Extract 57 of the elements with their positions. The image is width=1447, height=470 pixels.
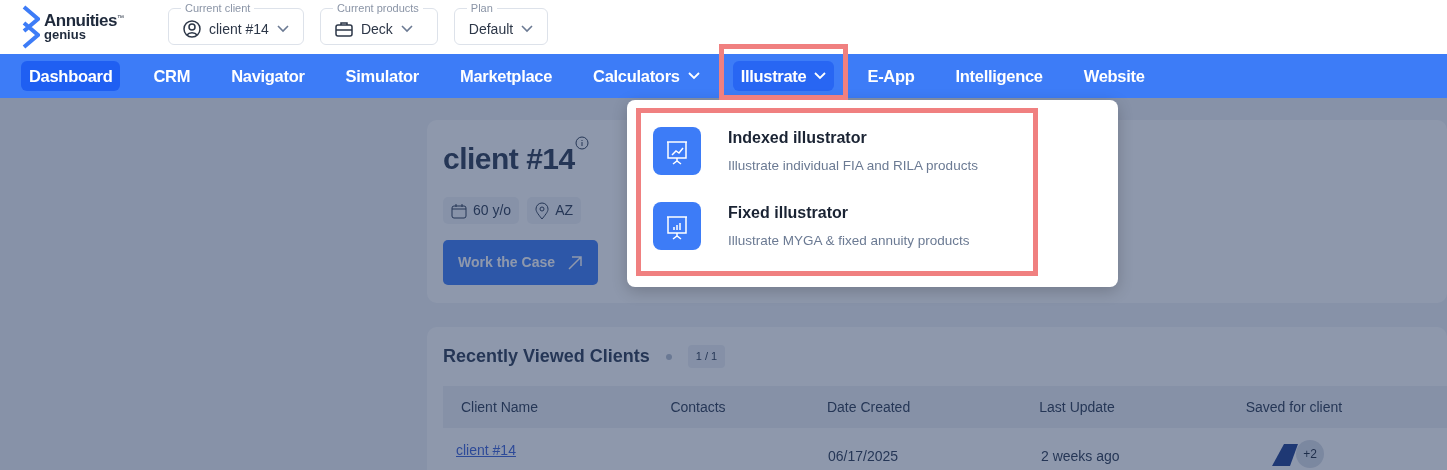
location-pin-icon — [535, 201, 550, 220]
chevron-icon — [521, 25, 534, 33]
column-header: Client Name — [460, 397, 540, 417]
section-title: Recently Viewed Clients — [443, 345, 650, 368]
field-label: Current client — [183, 3, 252, 14]
chevron-icon — [687, 72, 700, 80]
presentation-board-icon — [653, 127, 701, 176]
nav-tab[interactable]: CRM — [145, 60, 199, 92]
client-name: client #14 — [443, 141, 575, 177]
selector-field[interactable]: Current client client #14 — [167, 3, 304, 45]
field-label: Current products — [335, 3, 420, 14]
nav-tab[interactable]: Simulator — [337, 60, 427, 92]
nav-tab[interactable]: E-App — [859, 60, 923, 92]
nav-tab[interactable]: Intelligence — [947, 60, 1051, 92]
age-label: 60 y/o — [473, 201, 512, 220]
menu-item-description: Illustrate individual FIA and RILA products — [728, 157, 978, 175]
info-icon — [574, 136, 589, 150]
column-header: Last Update — [1038, 397, 1116, 417]
table-cell-text: 06/17/2025 — [828, 447, 900, 466]
nav-tab[interactable]: Illustrate — [732, 60, 835, 92]
selector-value: Deck — [360, 19, 393, 39]
work-case-button[interactable]: Work the Case — [443, 240, 598, 285]
table-cell-text: 2 weeks ago — [1041, 447, 1121, 466]
field-label: Plan — [469, 3, 494, 14]
column-header: Date Created — [825, 397, 912, 417]
arrow-up-right-icon — [567, 254, 583, 271]
briefcase-icon — [334, 21, 353, 37]
menu-item-title: Fixed illustrator — [728, 203, 850, 224]
chevron-icon — [276, 25, 289, 33]
column-header: Saved for client — [1244, 397, 1344, 417]
dot-icon — [665, 353, 672, 360]
column-header: Contacts — [669, 397, 727, 417]
selector-field[interactable]: Current products Deck — [319, 3, 438, 45]
nav-tab[interactable]: Website — [1075, 60, 1153, 92]
calendar-icon — [451, 202, 467, 219]
selector-value: client #14 — [208, 19, 269, 39]
logo-icon — [22, 5, 40, 49]
presentation-board-icon — [653, 202, 701, 251]
nav-tab[interactable]: Calculators — [585, 60, 708, 92]
nav-tab[interactable]: Marketplace — [452, 60, 561, 92]
selector-value: Default — [468, 19, 514, 39]
client-link[interactable]: client #14 — [456, 442, 516, 458]
menu-item[interactable]: Fixed illustrator Illustrate MYGA & fixed annuity products — [653, 201, 1118, 252]
chevron-icon — [814, 72, 827, 80]
menu-item[interactable]: Indexed illustrator Illustrate individual FIA and RILA products — [653, 126, 1118, 177]
nav-tab[interactable]: Navigator — [223, 60, 313, 92]
selector-field[interactable]: Plan Default — [453, 3, 549, 45]
menu-item-description: Illustrate MYGA & fixed annuity products — [728, 232, 970, 251]
chevron-icon — [400, 25, 413, 33]
nav-tab[interactable]: Dashboard — [21, 60, 121, 92]
more-badge: +2 — [1296, 440, 1324, 468]
brand-tagline: genius — [44, 29, 87, 41]
person-icon — [182, 20, 201, 38]
page-count: 1 / 1 — [687, 345, 726, 368]
brand-name: Annuities — [44, 13, 117, 29]
menu-item-title: Indexed illustrator — [728, 128, 868, 148]
state-label: AZ — [555, 201, 574, 220]
